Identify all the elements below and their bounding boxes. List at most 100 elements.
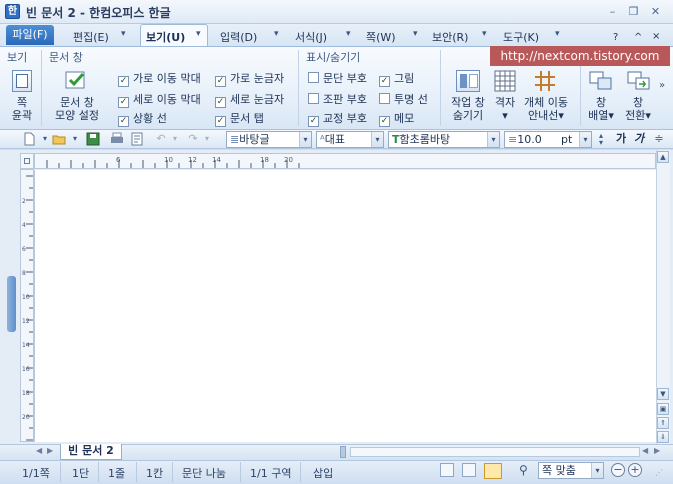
open-chevron-down-icon[interactable]: ▾ (68, 132, 82, 146)
checkbox-icon[interactable] (308, 93, 319, 104)
toolbar-more-icon[interactable]: ≑ (652, 132, 666, 146)
page-view-icon[interactable]: ▣ (657, 403, 669, 415)
zoom-select[interactable]: 쪽 맞춤 ▾ (538, 462, 604, 479)
undo-icon[interactable]: ↶ (154, 132, 168, 146)
page-outline-icon[interactable] (12, 70, 32, 92)
resize-grip-icon[interactable]: ⋰ (655, 468, 663, 477)
window-switch-label-2[interactable]: 전환▾ (621, 109, 655, 123)
font-size-chevron-down-icon[interactable]: ▾ (579, 132, 591, 147)
tab-page[interactable]: 쪽(W) (366, 29, 396, 45)
tab-page-chevron-down-icon[interactable]: ▾ (413, 29, 418, 39)
grid-icon[interactable] (494, 70, 516, 92)
tab-next-icon[interactable]: ▶ (47, 446, 53, 455)
status-insert-mode[interactable]: 삽입 (313, 465, 333, 481)
tab-security[interactable]: 보안(R) (432, 29, 468, 45)
tab-prev-icon[interactable]: ◀ (36, 446, 42, 455)
checkbox-icon[interactable] (308, 72, 319, 83)
new-chevron-down-icon[interactable]: ▾ (38, 132, 52, 146)
zoom-magnifier-icon[interactable]: ⚲ (519, 463, 528, 477)
tab-input-chevron-down-icon[interactable]: ▾ (274, 29, 279, 39)
redo-chevron-down-icon[interactable]: ▾ (200, 132, 214, 146)
sidebar-toggle-handle[interactable] (7, 276, 16, 332)
checkbox-icon[interactable]: ✓ (215, 116, 226, 127)
redo-icon[interactable]: ↷ (186, 132, 200, 146)
tab-file[interactable]: 파일(F) (6, 25, 54, 45)
check-transparent-line[interactable]: 투명 선 (379, 91, 428, 107)
font-chevron-down-icon[interactable]: ▾ (487, 132, 499, 147)
checkbox-icon[interactable]: ✓ (379, 76, 390, 87)
tab-edit-chevron-down-icon[interactable]: ▾ (121, 29, 126, 39)
check-hscroll[interactable]: ✓ 가로 이동 막대 (118, 70, 201, 87)
check-doctab[interactable]: ✓ 문서 탭 (215, 110, 264, 127)
tab-view[interactable]: 보기(U) (146, 29, 185, 45)
check-para-mark[interactable]: 문단 부호 (308, 70, 367, 86)
docwin-setting-label-1[interactable]: 문서 창 (50, 96, 104, 110)
horizontal-scrollbar[interactable] (350, 447, 640, 457)
font-size-input[interactable]: ≡10.0 pt ▾ (504, 131, 592, 148)
checkbox-icon[interactable]: ✓ (118, 76, 129, 87)
check-picture[interactable]: ✓ 그림 (379, 70, 414, 87)
checkbox-icon[interactable]: ✓ (379, 116, 390, 127)
next-page-icon[interactable]: ⇓ (657, 431, 669, 443)
minimize-icon[interactable]: – (604, 4, 621, 19)
checkbox-icon[interactable]: ✓ (118, 97, 129, 108)
prev-page-icon[interactable]: ⇑ (657, 417, 669, 429)
font-lang-chevron-down-icon[interactable]: ▾ (371, 132, 383, 147)
tab-format[interactable]: 서식(J) (295, 29, 327, 45)
app-logo-icon[interactable]: 한 (5, 4, 20, 19)
scroll-up-icon[interactable]: ▲ (657, 151, 669, 163)
hscroll-left-icon[interactable]: ◀ (642, 446, 648, 455)
tab-input[interactable]: 입력(D) (220, 29, 257, 45)
restore-icon[interactable]: ❐ (625, 4, 642, 19)
hscroll-splitter[interactable] (340, 446, 346, 458)
scroll-down-icon[interactable]: ▼ (657, 388, 669, 400)
check-memo[interactable]: ✓ 메모 (379, 110, 414, 127)
status-page[interactable]: 1/1쪽 (22, 465, 50, 481)
tab-view-chevron-down-icon[interactable]: ▾ (196, 29, 201, 39)
bold-button[interactable]: 가 (614, 132, 628, 146)
page-outline-label-1[interactable]: 쪽 (6, 96, 38, 110)
window-switch-icon[interactable] (627, 70, 651, 92)
docwin-setting-icon[interactable] (64, 68, 88, 92)
font-size-stepper-icon[interactable]: ▴ ▾ (594, 132, 608, 147)
check-layout-mark[interactable]: 조판 부호 (308, 91, 367, 107)
task-pane-icon[interactable] (456, 70, 480, 92)
grid-label-2[interactable]: ▾ (490, 109, 520, 123)
document-tab-active[interactable]: 빈 문서 2 (60, 444, 122, 460)
hscroll-right-icon[interactable]: ▶ (654, 446, 660, 455)
tab-edit[interactable]: 편집(E) (73, 29, 109, 45)
checkbox-icon[interactable]: ✓ (215, 97, 226, 108)
document-page[interactable] (34, 170, 656, 442)
check-vruler[interactable]: ✓ 세로 눈금자 (215, 91, 284, 108)
undo-chevron-down-icon[interactable]: ▾ (168, 132, 182, 146)
checkbox-icon[interactable]: ✓ (118, 116, 129, 127)
print-preview-icon[interactable] (130, 132, 144, 146)
zoom-chevron-down-icon[interactable]: ▾ (591, 463, 603, 478)
ribbon-more-icon[interactable]: » (659, 80, 665, 91)
check-statusline[interactable]: ✓ 상황 선 (118, 110, 167, 127)
check-vscroll[interactable]: ✓ 세로 이동 막대 (118, 91, 201, 108)
ribbon-collapse-icon[interactable]: ^ (634, 32, 642, 43)
style-chevron-down-icon[interactable]: ▾ (299, 132, 311, 147)
font-lang-select[interactable]: ᴬ대표 ▾ (316, 131, 384, 148)
horizontal-ruler[interactable]: 6 10 12 14 18 20 (34, 153, 656, 169)
tab-tools[interactable]: 도구(K) (503, 29, 539, 45)
zoom-in-icon[interactable]: + (628, 463, 642, 477)
vertical-ruler[interactable]: 2 4 6 8 10 12 14 16 18 20 (20, 169, 34, 442)
checkbox-icon[interactable]: ✓ (215, 76, 226, 87)
window-arrange-label-2[interactable]: 배열▾ (584, 109, 618, 123)
style-select[interactable]: ≣바탕글 ▾ (226, 131, 312, 148)
task-pane-label-1[interactable]: 작업 창 (446, 96, 490, 110)
view-page-icon[interactable] (484, 463, 502, 479)
page-outline-label-2[interactable]: 윤곽 (6, 109, 38, 123)
tab-security-chevron-down-icon[interactable]: ▾ (482, 29, 487, 39)
checkbox-icon[interactable]: ✓ (308, 116, 319, 127)
view-outline-icon[interactable] (462, 463, 476, 477)
italic-button[interactable]: 가 (632, 132, 646, 146)
help-icon[interactable]: ? (613, 32, 618, 43)
docwin-setting-label-2[interactable]: 모양 설정 (50, 109, 104, 123)
grid-label-1[interactable]: 격자 (490, 96, 520, 110)
zoom-out-icon[interactable]: − (611, 463, 625, 477)
new-document-icon[interactable] (22, 132, 36, 146)
ruler-corner[interactable] (20, 153, 34, 169)
